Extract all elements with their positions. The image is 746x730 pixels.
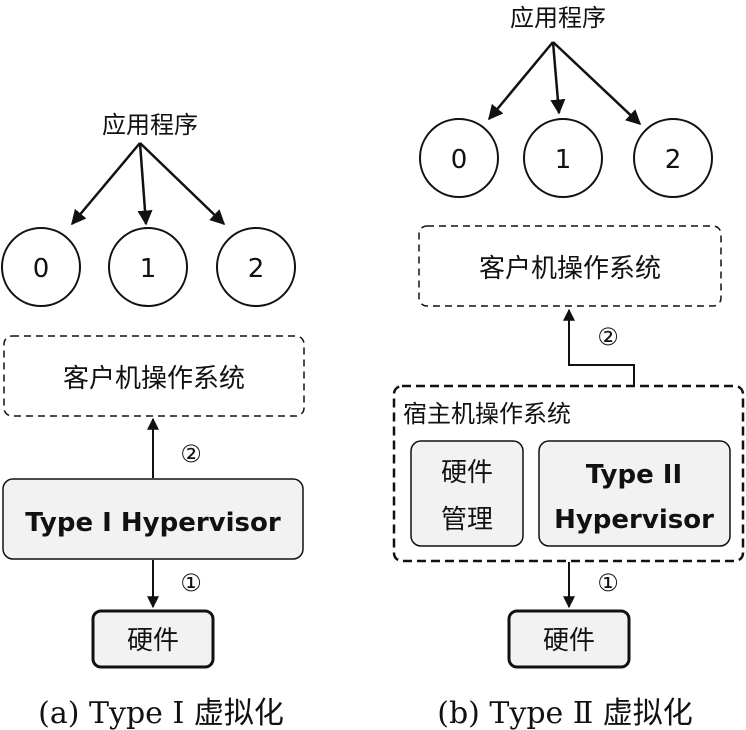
guest-os-label-a: 客户机操作系统 <box>63 364 245 394</box>
host-os-label: 宿主机操作系统 <box>403 400 571 428</box>
circle-0-b: 0 <box>419 118 499 198</box>
panel-a: 应用程序 0 1 2 客户机操作系统 ② Type I Hypervisor ①… <box>1 111 305 730</box>
circle-2-b: 2 <box>633 118 713 198</box>
hardware-box-b: 硬件 <box>507 609 631 669</box>
circle-0-a: 0 <box>1 227 81 307</box>
app-label-a: 应用程序 <box>102 111 198 139</box>
hardware-box-a: 硬件 <box>91 609 215 669</box>
hardware-label-b: 硬件 <box>543 626 595 656</box>
circle-label: 1 <box>140 254 157 284</box>
hw-mgmt-line2: 管理 <box>441 505 493 535</box>
app-arrows-b <box>488 41 642 126</box>
step-2-label-b: ② <box>597 323 619 351</box>
app-label-b: 应用程序 <box>510 4 606 32</box>
step-1-label-b: ① <box>597 569 619 597</box>
hw-mgmt-box: 硬件 管理 <box>410 440 524 547</box>
circle-1-b: 1 <box>523 118 603 198</box>
virtualization-diagram: 应用程序 0 1 2 客户机操作系统 ② Type I Hypervisor ①… <box>1 4 745 730</box>
circle-label: 2 <box>665 145 682 175</box>
hypervisor-line1-b: Type II <box>586 460 682 490</box>
circle-label: 1 <box>555 145 572 175</box>
step-2-label-a: ② <box>180 440 202 468</box>
step-1-label-a: ① <box>180 569 202 597</box>
guest-os-box-a: 客户机操作系统 <box>3 335 305 417</box>
hypervisor-box-b: Type II Hypervisor <box>538 440 731 547</box>
caption-a: (a) Type Ⅰ 虚拟化 <box>38 696 284 730</box>
hypervisor-box-a: Type I Hypervisor <box>2 478 304 560</box>
hw-mgmt-line1: 硬件 <box>441 458 493 488</box>
hardware-label-a: 硬件 <box>127 626 179 656</box>
guest-os-box-b: 客户机操作系统 <box>418 225 722 307</box>
circle-label: 0 <box>451 145 468 175</box>
circle-2-a: 2 <box>216 227 296 307</box>
hypervisor-label-a: Type I Hypervisor <box>25 508 281 538</box>
caption-b: (b) Type Ⅱ 虚拟化 <box>437 696 693 730</box>
guest-os-label-b: 客户机操作系统 <box>479 254 661 284</box>
hypervisor-line2-b: Hypervisor <box>554 505 714 535</box>
panel-b: 应用程序 0 1 2 客户机操作系统 ② 宿主机操作系统 硬件 管理 Type … <box>392 4 745 730</box>
circle-label: 2 <box>248 254 265 284</box>
circle-label: 0 <box>33 254 50 284</box>
app-arrows-a <box>71 142 226 226</box>
circle-1-a: 1 <box>108 227 188 307</box>
